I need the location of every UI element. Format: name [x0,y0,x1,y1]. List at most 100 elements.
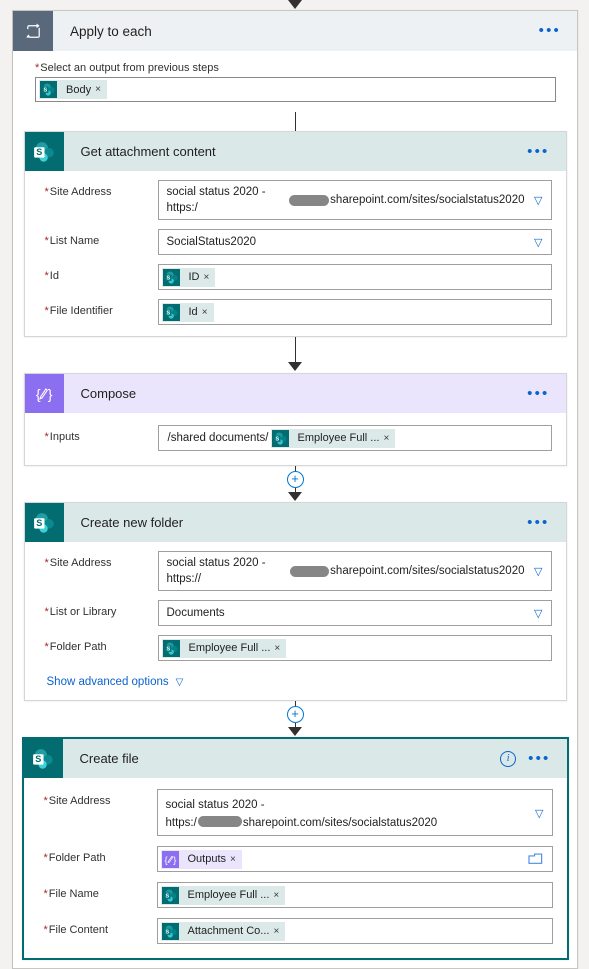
token-remove-icon[interactable]: × [203,272,216,283]
card-header[interactable]: S Create new folder ••• [24,503,566,542]
loop-input-field[interactable]: S Body × [35,77,556,102]
card-body: *Site Address social status 2020 - https… [25,171,566,336]
add-step-button[interactable]: + [286,471,304,488]
field-control[interactable]: SocialStatus2020 ▽ [157,229,552,255]
chevron-down-icon[interactable]: ▽ [534,606,542,622]
site-address-combobox[interactable]: social status 2020 - https:// sharepoint.… [157,551,552,591]
token-remove-icon[interactable]: × [382,433,395,444]
svg-text:}: } [48,387,53,403]
apply-to-each-menu-button[interactable]: ••• [539,23,577,38]
folder-path-token-field[interactable]: { } Outputs × [156,846,553,872]
folder-path-token-field[interactable]: S Employee Full ... × [157,635,552,661]
token-remove-icon[interactable]: × [272,890,285,901]
apply-to-each-header[interactable]: Apply to each ••• [13,11,577,51]
action-card-create-file[interactable]: S Create file i ••• * Site Address social… [21,737,569,960]
token-remove-icon[interactable]: × [272,926,285,937]
redacted-tenant-block [289,194,330,206]
field-label-text: Id [49,270,59,282]
chevron-down-icon[interactable]: ▽ [534,564,542,580]
card-menu-button[interactable]: ••• [528,751,566,766]
field-control[interactable]: S Employee Full ... × [157,635,552,661]
field-control[interactable]: S ID × [157,264,552,290]
field-row-site-address: *Site Address social status 2020 - https… [24,789,567,836]
file-name-token-field[interactable]: S Employee Full ... × [156,882,553,908]
field-control[interactable]: social status 2020 - https:/ sharepoint.c… [157,180,552,220]
site-address-combobox[interactable]: social status 2020 - https:/ sharepoint.c… [156,789,553,836]
required-indicator: * [43,924,48,936]
field-control[interactable]: S Attachment Co... × [156,918,553,944]
compose-icon: { } [24,374,64,413]
card-menu-button[interactable]: ••• [527,515,565,530]
field-label: *Site Address [45,551,158,569]
connector-to-create-new-folder: + [13,466,577,502]
field-row-list-or-library: *List or Library Documents ▽ [25,600,566,626]
token-remove-icon[interactable]: × [201,307,214,318]
apply-to-each-card[interactable]: Apply to each ••• *Select an output from… [13,10,578,969]
show-advanced-options-label: Show advanced options [46,676,169,688]
required-indicator: * [44,431,49,443]
action-card-create-new-folder[interactable]: S Create new folder ••• *Site Address so… [23,502,567,701]
file-identifier-token-field[interactable]: S Id × [157,299,552,325]
card-header[interactable]: S Get attachment content ••• [24,132,566,171]
field-control[interactable]: S Employee Full ... × [156,882,553,908]
chevron-down-icon[interactable]: ▽ [535,806,543,822]
list-name-combobox[interactable]: SocialStatus2020 ▽ [157,229,552,255]
card-menu-button[interactable]: ••• [527,386,565,401]
token-chip-label: Employee Full ... [297,432,380,444]
token-chip[interactable]: S Id × [161,302,214,322]
field-control[interactable]: { } Outputs × [156,846,553,872]
token-remove-icon[interactable]: × [94,84,107,95]
svg-text:S: S [166,646,170,652]
show-advanced-options-link[interactable]: Show advanced options ▽ [25,670,566,689]
token-chip-label: Attachment Co... [187,925,270,937]
add-step-label: + [291,706,299,721]
site-address-value-prefix: social status 2020 - https:// [166,557,266,585]
site-address-value-suffix: sharepoint.com/sites/socialstatus2020 [242,817,438,829]
token-chip[interactable]: S Attachment Co... × [160,921,286,941]
site-address-value-line1: social status 2020 - [165,799,265,811]
field-control[interactable]: /shared documents/ S Employee Full ... × [157,425,552,451]
token-chip[interactable]: { } Outputs × [160,849,242,869]
token-remove-icon[interactable]: × [273,643,286,654]
add-step-button[interactable]: + [286,706,304,723]
token-chip[interactable]: S Employee Full ... × [160,885,286,905]
field-label: *List or Library [45,600,158,618]
chevron-down-icon[interactable]: ▽ [534,235,542,251]
field-label-text: Folder Path [48,852,106,864]
list-or-library-combobox[interactable]: Documents ▽ [157,600,552,626]
card-header[interactable]: { } Compose ••• [24,374,566,413]
action-card-compose[interactable]: { } Compose ••• *Inputs /shared document… [23,373,567,466]
card-menu-button[interactable]: ••• [527,144,565,159]
id-token-field[interactable]: S ID × [157,264,552,290]
chevron-down-icon[interactable]: ▽ [534,193,542,209]
field-label-text: Site Address [49,557,112,569]
token-chip[interactable]: S ID × [161,267,216,287]
card-header[interactable]: S Create file i ••• [23,739,567,778]
field-control[interactable]: social status 2020 - https:// sharepoint.… [157,551,552,591]
action-card-get-attachment-content[interactable]: S Get attachment content ••• *Site Addre… [23,131,567,337]
list-or-library-value: Documents [166,607,225,619]
card-body: * Site Address social status 2020 - https… [24,778,567,958]
connector-into-loop [0,0,589,10]
file-content-token-field[interactable]: S Attachment Co... × [156,918,553,944]
info-icon[interactable]: i [500,750,517,767]
token-chip[interactable]: S Employee Full ... × [270,428,396,448]
redacted-tenant-block [197,816,242,827]
site-address-combobox[interactable]: social status 2020 - https:/ sharepoint.c… [157,180,552,220]
field-control[interactable]: S Id × [157,299,552,325]
folder-picker-icon[interactable] [527,852,543,868]
token-chip-label: Outputs [187,853,227,865]
connector-to-get-attachment [13,112,577,131]
field-label: *File Content [44,918,157,936]
field-control[interactable]: social status 2020 - https:/ sharepoint.c… [156,789,553,836]
token-chip[interactable]: S Body × [39,80,107,99]
field-row-file-content: *File Content S Attachment Co... × [24,918,567,944]
apply-to-each-container: Apply to each ••• *Select an output from… [12,10,578,969]
token-chip[interactable]: S Employee Full ... × [161,638,287,658]
field-control[interactable]: Documents ▽ [157,600,552,626]
field-row-id: *Id S ID × [25,264,566,290]
field-label-text: Site Address [48,795,111,807]
inputs-token-field[interactable]: /shared documents/ S Employee Full ... × [157,425,552,451]
chevron-down-icon[interactable]: ▽ [176,677,184,688]
token-remove-icon[interactable]: × [229,854,242,865]
